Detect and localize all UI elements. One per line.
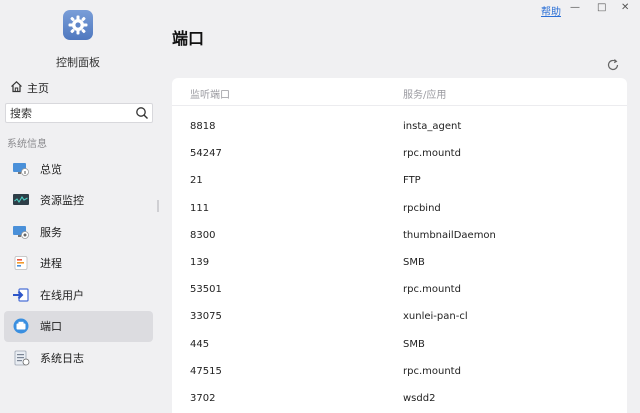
port-cell: 53501 xyxy=(190,284,222,296)
port-cell: 54247 xyxy=(190,148,222,160)
service-cell: rpc.mountd xyxy=(403,148,461,160)
sidebar-item-label: 服务 xyxy=(40,225,62,239)
sidebar-item-label: 端口 xyxy=(40,320,62,334)
port-cell: 445 xyxy=(190,338,210,350)
minimize-button[interactable]: — xyxy=(570,2,580,13)
sidebar-item-label: 系统日志 xyxy=(40,351,84,365)
service-cell: rpc.mountd xyxy=(403,365,461,377)
table-row[interactable]: 139 SMB xyxy=(172,250,627,277)
column-header-port[interactable]: 监听端口 xyxy=(190,86,230,101)
table-row[interactable]: 445 SMB xyxy=(172,332,627,359)
table-row[interactable]: 53501 rpc.mountd xyxy=(172,277,627,304)
online-user-icon xyxy=(12,287,30,303)
process-list-icon xyxy=(12,255,30,271)
close-button[interactable]: ✕ xyxy=(621,2,629,13)
port-cell: 33075 xyxy=(190,311,222,323)
table-row[interactable]: 8300 thumbnailDaemon xyxy=(172,223,627,250)
sidebar-item-label: 进程 xyxy=(40,257,62,271)
sidebar-item-system-log[interactable]: 系统日志 xyxy=(4,342,153,374)
service-icon xyxy=(12,224,30,240)
service-cell: SMB xyxy=(403,256,425,268)
port-cell: 21 xyxy=(190,175,203,187)
sidebar: 控制面板 主页 系统信息 xyxy=(0,0,160,413)
sidebar-item-online-users[interactable]: 在线用户 xyxy=(4,279,153,311)
sidebar-item-overview[interactable]: 总览 xyxy=(4,153,153,185)
service-cell: rpc.mountd xyxy=(403,284,461,296)
home-icon xyxy=(10,80,23,96)
service-cell: xunlei-pan-cl xyxy=(403,311,468,323)
table-row[interactable]: 111 rpcbind xyxy=(172,196,627,223)
section-label: 系统信息 xyxy=(7,139,47,150)
sidebar-item-resource-monitor[interactable]: 资源监控 xyxy=(4,185,153,217)
table-row[interactable]: 54247 rpc.mountd xyxy=(172,141,627,168)
service-cell: FTP xyxy=(403,175,421,187)
sidebar-item-label: 在线用户 xyxy=(40,288,84,302)
column-header-service[interactable]: 服务/应用 xyxy=(403,86,446,101)
service-cell: insta_agent xyxy=(403,121,462,132)
table-row[interactable]: 3702 wsdd2 xyxy=(172,386,627,413)
table-body: 8818 insta_agent 54247 rpc.mountd 21 FTP 11… xyxy=(172,114,627,413)
port-cell: 3702 xyxy=(190,392,216,404)
service-cell: wsdd2 xyxy=(403,392,436,404)
port-icon xyxy=(12,318,30,334)
search-icon[interactable] xyxy=(135,106,149,120)
search-box[interactable] xyxy=(5,103,153,123)
table-row[interactable]: 21 FTP xyxy=(172,168,627,195)
sidebar-item-label: 资源监控 xyxy=(40,194,84,208)
port-table: 监听端口 服务/应用 8818 insta_agent 54247 rpc.moun… xyxy=(172,78,627,413)
sidebar-item-port[interactable]: 端口 xyxy=(4,310,153,342)
table-row[interactable]: 47515 rpc.mountd xyxy=(172,359,627,386)
help-link[interactable]: 帮助 xyxy=(541,3,561,18)
home-label: 主页 xyxy=(27,82,49,95)
service-cell: SMB xyxy=(403,338,425,350)
maximize-button[interactable]: □ xyxy=(597,2,606,13)
sidebar-item-process[interactable]: 进程 xyxy=(4,248,153,280)
system-log-icon xyxy=(12,350,30,366)
sidebar-item-service[interactable]: 服务 xyxy=(4,216,153,248)
service-cell: rpcbind xyxy=(403,202,441,214)
port-cell: 8818 xyxy=(190,121,216,132)
table-header: 监听端口 服务/应用 xyxy=(172,78,627,106)
sidebar-scrollbar[interactable] xyxy=(157,200,159,212)
page-title: 端口 xyxy=(172,29,205,48)
sidebar-item-label: 总览 xyxy=(40,162,62,176)
app-title: 控制面板 xyxy=(56,56,100,69)
service-cell: thumbnailDaemon xyxy=(403,229,496,241)
search-input[interactable] xyxy=(10,106,130,120)
resource-monitor-icon xyxy=(12,192,30,208)
port-cell: 47515 xyxy=(190,365,222,377)
table-row[interactable]: 8818 insta_agent xyxy=(172,114,627,141)
port-cell: 111 xyxy=(190,202,210,214)
port-cell: 8300 xyxy=(190,229,216,241)
refresh-icon[interactable] xyxy=(606,58,620,72)
monitor-info-icon xyxy=(12,161,30,177)
table-row[interactable]: 33075 xunlei-pan-cl xyxy=(172,304,627,331)
port-cell: 139 xyxy=(190,256,210,268)
sidebar-nav: 总览 资源监控 服务 进程 在线用户 端口 系统日志 xyxy=(4,153,153,374)
sidebar-home[interactable]: 主页 xyxy=(10,80,49,96)
gear-icon xyxy=(63,10,93,40)
